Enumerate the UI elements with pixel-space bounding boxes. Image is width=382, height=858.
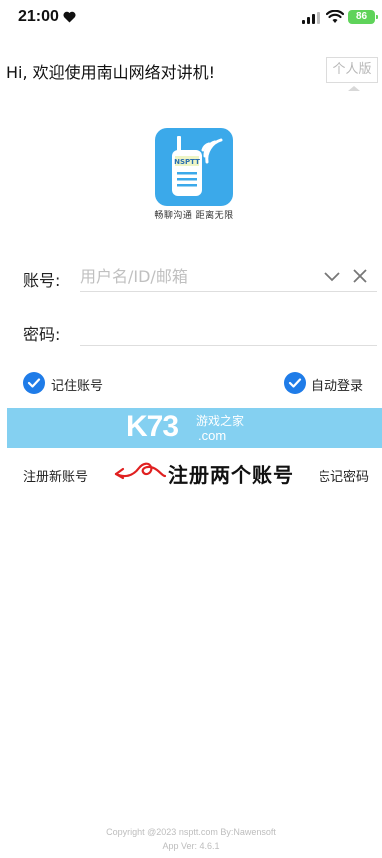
remember-account-label[interactable]: 记住账号	[51, 375, 103, 394]
logo-badge: NSPTT	[174, 158, 200, 166]
walkie-talkie-icon: NSPTT	[172, 136, 223, 196]
status-time: 21:00	[18, 8, 59, 25]
chevron-down-icon[interactable]	[323, 269, 341, 283]
close-icon[interactable]	[352, 268, 368, 284]
battery-indicator: 86	[348, 10, 378, 24]
app-logo: NSPTT	[155, 128, 233, 206]
check-icon	[27, 378, 41, 388]
password-label: 密码:	[23, 325, 61, 344]
status-bar: 21:00 86	[0, 0, 382, 36]
signal-icon	[302, 12, 320, 24]
welcome-text: Hi, 欢迎使用南山网络对讲机!	[6, 63, 216, 82]
account-label: 账号:	[23, 271, 61, 290]
arrow-icon	[114, 462, 167, 480]
password-input[interactable]	[80, 316, 370, 344]
edition-button[interactable]: 个人版	[326, 57, 378, 83]
auto-login-label[interactable]: 自动登录	[311, 375, 363, 394]
password-underline	[80, 345, 377, 346]
remember-account-checkbox[interactable]	[23, 372, 45, 394]
annotation-text: 注册两个账号	[168, 463, 294, 487]
check-icon	[288, 378, 302, 388]
version-text: App Ver: 4.6.1	[162, 841, 220, 851]
auto-login-checkbox[interactable]	[284, 372, 306, 394]
watermark-brand: K73	[126, 410, 179, 443]
watermark-site-cn: 游戏之家	[196, 414, 245, 428]
account-underline	[80, 291, 377, 292]
forgot-password-link[interactable]: 忘记密码	[317, 466, 369, 485]
account-input[interactable]	[80, 262, 316, 290]
heart-icon	[63, 11, 76, 23]
copyright-text: Copyright @2023 nsptt.com By:Nawensoft	[106, 827, 276, 837]
app-slogan: 畅聊沟通 距离无限	[154, 211, 234, 221]
register-link[interactable]: 注册新账号	[23, 466, 88, 485]
site-watermark: K73 游戏之家 .com	[126, 410, 266, 446]
edition-caret-icon	[348, 86, 360, 91]
wifi-icon	[326, 10, 344, 23]
watermark-site-com: .com	[198, 428, 227, 443]
